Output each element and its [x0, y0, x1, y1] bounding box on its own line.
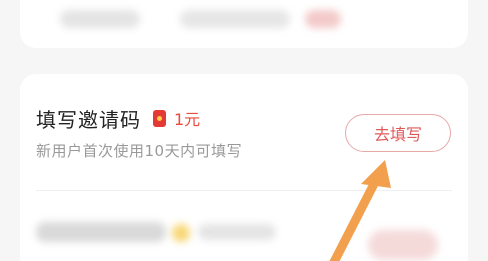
blurred-row	[180, 10, 290, 28]
blurred-row	[36, 222, 166, 242]
task-title-line: 填写邀请码 1元	[36, 104, 242, 132]
task-description: 新用户首次使用10天内可填写	[36, 142, 243, 160]
blurred-row	[305, 10, 341, 28]
blurred-row	[172, 224, 190, 242]
blurred-row	[368, 230, 438, 260]
blurred-row	[60, 10, 140, 28]
red-packet-icon	[153, 109, 166, 127]
screen: 填写邀请码 1元 新用户首次使用10天内可填写 去填写	[0, 0, 488, 261]
blurred-row	[198, 224, 276, 240]
reward-amount: 1元	[174, 110, 201, 129]
invite-code-task: 填写邀请码 1元 新用户首次使用10天内可填写	[36, 104, 242, 161]
task-title: 填写邀请码	[36, 107, 141, 132]
fill-in-button[interactable]: 去填写	[345, 114, 451, 152]
divider	[36, 190, 452, 191]
previous-task-card	[20, 0, 468, 48]
